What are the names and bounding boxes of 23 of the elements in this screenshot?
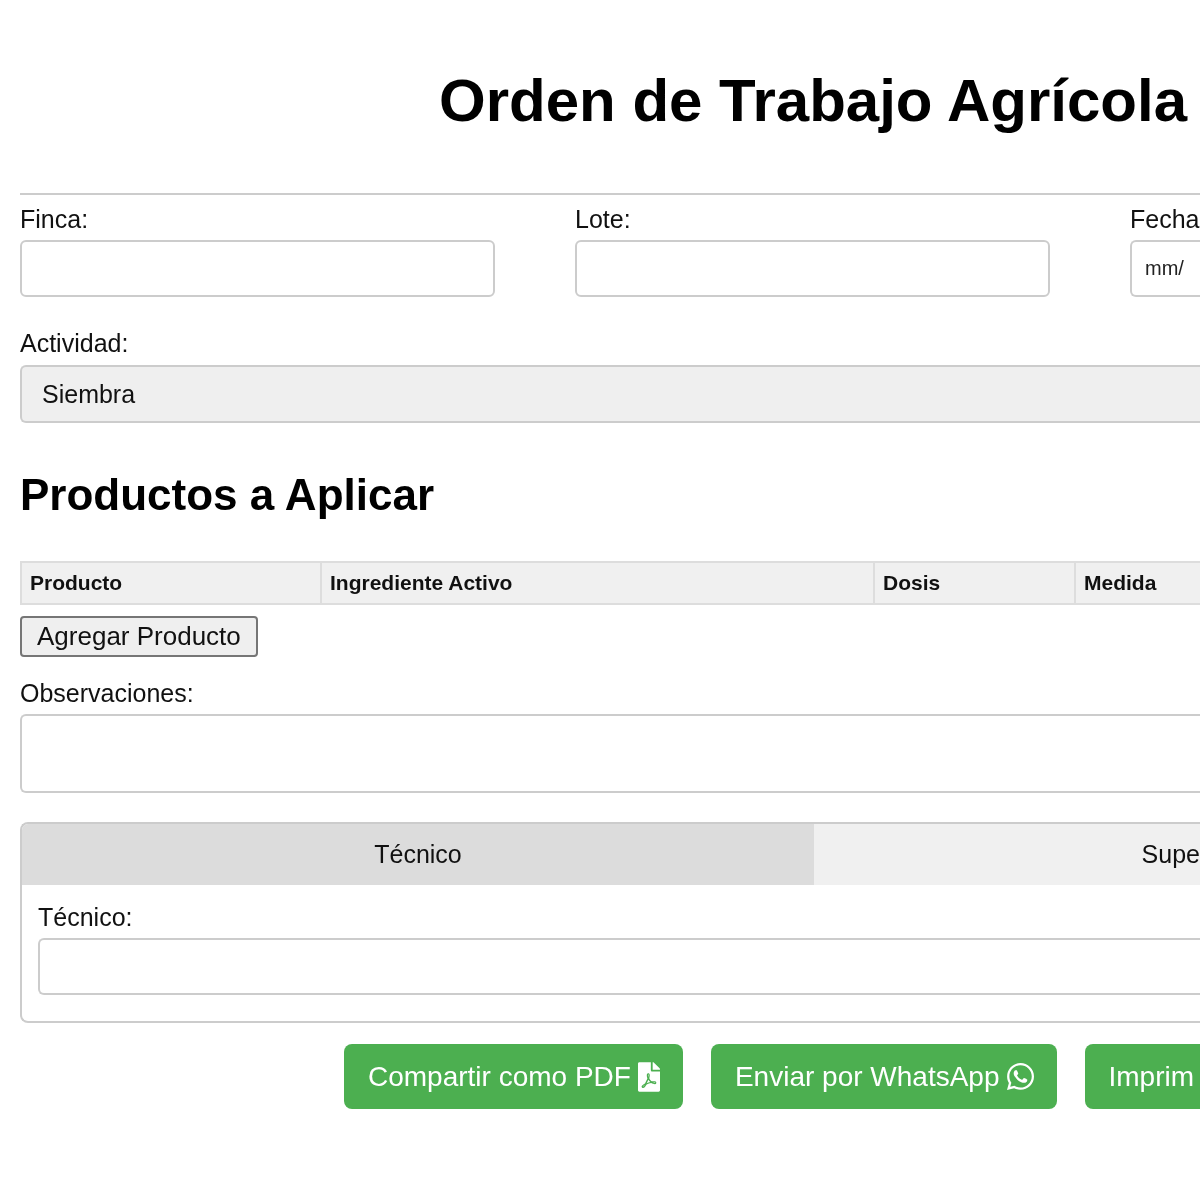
input-field[interactable] (575, 240, 1050, 297)
column-header: Ingrediente Activo (320, 561, 873, 605)
input-field[interactable] (20, 240, 495, 297)
field-label: Lote: (575, 205, 631, 233)
activity-select[interactable]: Siembra (20, 365, 1200, 423)
field-label: Fecha (1130, 205, 1200, 233)
input-field[interactable] (38, 938, 1200, 995)
tab[interactable]: Técnico (22, 824, 814, 885)
pdf-file-icon (637, 1061, 660, 1092)
add-product-button[interactable]: Agregar Producto (20, 616, 258, 657)
field-label: Observaciones: (20, 679, 194, 707)
page-title: Orden de Trabajo Agrícola (438, 66, 1189, 136)
section-heading: Productos a Aplicar (20, 469, 435, 521)
column-header: Producto (20, 561, 320, 605)
column-header: Dosis (873, 561, 1074, 605)
field-label: Finca: (20, 205, 89, 233)
phone-chat-icon (1006, 1063, 1034, 1090)
date-field[interactable]: mm/ (1130, 240, 1200, 297)
textarea-field[interactable] (20, 714, 1200, 793)
field-label: Actividad: (20, 329, 129, 357)
column-header: Medida (1074, 561, 1200, 605)
field-label: Técnico: (38, 903, 133, 931)
tab[interactable]: Supe (814, 824, 1200, 885)
